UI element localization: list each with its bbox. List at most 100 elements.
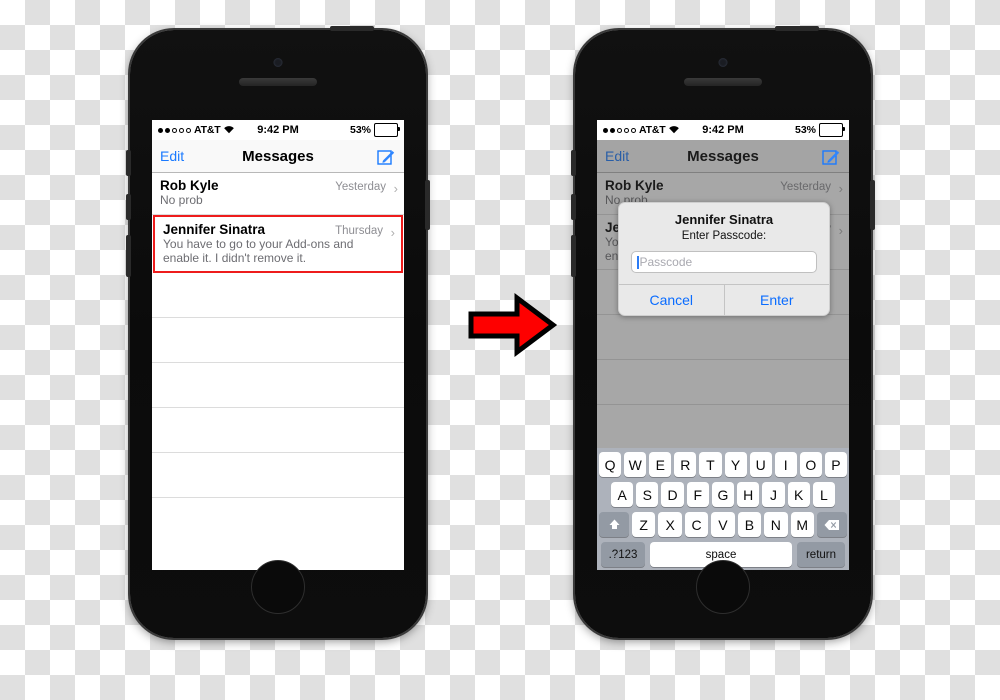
wifi-icon (223, 124, 235, 137)
list-item (152, 408, 404, 454)
key-a[interactable]: A (611, 482, 634, 507)
right-arrow-icon (467, 290, 558, 360)
home-button[interactable] (696, 560, 750, 614)
mute-switch[interactable] (126, 150, 131, 176)
top-antenna-line (330, 26, 374, 31)
key-g[interactable]: G (711, 482, 735, 507)
list-item (152, 318, 404, 364)
table-row[interactable]: Rob Kyle Yesterday › No prob (152, 173, 404, 215)
iphone-left: AT&T 9:42 PM 53% Edit Messages Rob Kyle … (126, 26, 430, 638)
key-d[interactable]: D (661, 482, 684, 507)
key-o[interactable]: O (799, 452, 822, 477)
key-i[interactable]: I (774, 452, 797, 477)
status-bar-left: AT&T (158, 124, 257, 137)
key-l[interactable]: L (812, 482, 835, 507)
conversation-list: Rob Kyle Yesterday › No prob Jennifer Si… (152, 173, 404, 499)
front-camera-icon (718, 58, 728, 67)
status-bar: AT&T 9:42 PM 53% (597, 120, 849, 140)
enter-button[interactable]: Enter (725, 285, 830, 315)
dialog-body: Jennifer Sinatra Enter Passcode: Passcod… (619, 203, 829, 284)
key-s[interactable]: S (636, 482, 659, 507)
return-key[interactable]: return (797, 542, 845, 567)
key-z[interactable]: Z (632, 512, 656, 537)
dialog-actions: Cancel Enter (619, 284, 829, 315)
status-bar: AT&T 9:42 PM 53% (152, 120, 404, 140)
text-caret (637, 255, 639, 269)
volume-down-button[interactable] (126, 235, 131, 277)
compose-pencil-icon[interactable] (377, 147, 396, 166)
key-v[interactable]: V (711, 512, 735, 537)
volume-up-button[interactable] (126, 194, 131, 220)
earpiece-speaker (239, 78, 317, 86)
dialog-subtitle: Enter Passcode: (681, 230, 767, 242)
clock-label: 9:42 PM (702, 124, 744, 136)
key-u[interactable]: U (749, 452, 772, 477)
keyboard-row-3: ZXCVBNM (599, 512, 847, 537)
key-n[interactable]: N (764, 512, 788, 537)
volume-down-button[interactable] (571, 235, 576, 277)
key-c[interactable]: C (684, 512, 709, 537)
key-e[interactable]: E (649, 452, 672, 477)
conversation-time: Thursday (335, 224, 383, 237)
passcode-input[interactable]: Passcode (631, 251, 817, 273)
mute-switch[interactable] (571, 150, 576, 176)
conversation-name: Jennifer Sinatra (163, 221, 266, 237)
onscreen-keyboard: QWERTYUIOP ASDFGHJKL ZXCVBNM .?123 space… (597, 448, 849, 570)
page-title: Messages (242, 147, 314, 165)
status-bar-right: 53% (744, 123, 846, 137)
list-item (152, 273, 404, 319)
list-item (152, 453, 404, 499)
compose-pencil-icon[interactable] (822, 147, 841, 166)
clock-label: 9:42 PM (257, 124, 299, 136)
conversation-name: Rob Kyle (160, 178, 219, 193)
volume-up-button[interactable] (571, 194, 576, 220)
keyboard-row-2: ASDFGHJKL (599, 482, 847, 507)
screen-right: AT&T 9:42 PM 53% Edit Messages Rob Kyle … (597, 120, 849, 570)
canvas: AT&T 9:42 PM 53% Edit Messages Rob Kyle … (0, 0, 1000, 700)
carrier-label: AT&T (194, 124, 221, 136)
conversation-preview: No prob (160, 193, 203, 207)
dialog-title: Jennifer Sinatra (674, 212, 774, 227)
home-button[interactable] (251, 560, 305, 614)
key-k[interactable]: K (787, 482, 810, 507)
key-m[interactable]: M (790, 512, 814, 537)
battery-icon (819, 123, 846, 137)
key-x[interactable]: X (658, 512, 682, 537)
signal-strength-icon (158, 127, 191, 133)
key-r[interactable]: R (674, 452, 697, 477)
battery-percent-label: 53% (795, 124, 817, 136)
key-w[interactable]: W (624, 452, 647, 477)
screen-left: AT&T 9:42 PM 53% Edit Messages Rob Kyle … (152, 120, 404, 570)
key-q[interactable]: Q (599, 452, 622, 477)
key-t[interactable]: T (699, 452, 722, 477)
key-b[interactable]: B (737, 512, 762, 537)
key-y[interactable]: Y (724, 452, 747, 477)
key-h[interactable]: H (737, 482, 760, 507)
table-row[interactable]: Jennifer Sinatra Thursday › You have to … (153, 214, 403, 274)
signal-strength-icon (603, 127, 636, 133)
power-button[interactable] (425, 180, 430, 230)
passcode-placeholder: Passcode (639, 255, 693, 269)
cancel-button[interactable]: Cancel (619, 285, 725, 315)
key-j[interactable]: J (762, 482, 785, 507)
shift-up-arrow-icon[interactable] (599, 512, 629, 537)
numeric-keyboard-button[interactable]: .?123 (601, 542, 645, 567)
chevron-right-icon: › (390, 224, 395, 240)
power-button[interactable] (870, 180, 875, 230)
iphone-right: AT&T 9:42 PM 53% Edit Messages Rob Kyle … (571, 26, 875, 638)
status-bar-left: AT&T (603, 124, 702, 137)
list-item (152, 363, 404, 409)
backspace-delete-icon[interactable] (817, 512, 847, 537)
battery-percent-label: 53% (350, 124, 372, 136)
key-f[interactable]: F (686, 482, 709, 507)
wifi-icon (668, 124, 680, 137)
conversation-preview: You have to go to your Add-ons and enabl… (163, 236, 354, 265)
front-camera-icon (273, 58, 283, 67)
battery-icon (374, 123, 401, 137)
top-antenna-line (775, 26, 819, 31)
keyboard-row-1: QWERTYUIOP (599, 452, 847, 477)
chevron-right-icon: › (393, 181, 398, 196)
earpiece-speaker (684, 78, 762, 86)
navigation-bar: Edit Messages (152, 140, 404, 173)
key-p[interactable]: P (824, 452, 847, 477)
